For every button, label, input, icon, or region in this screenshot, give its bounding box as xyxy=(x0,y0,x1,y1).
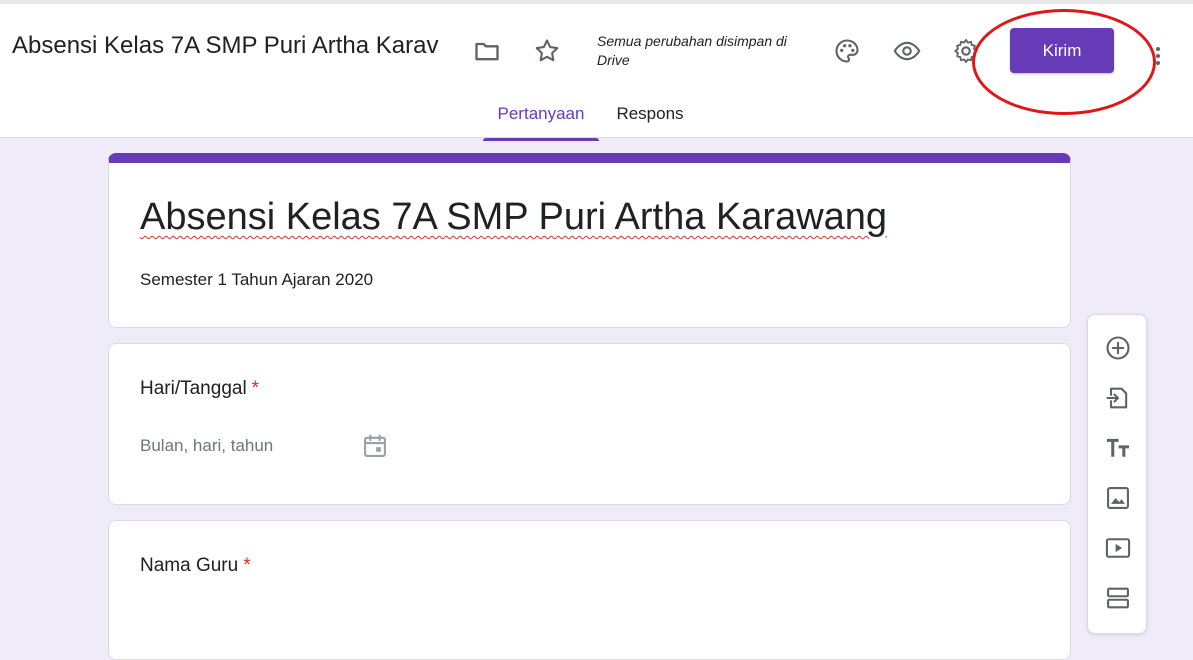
palette-icon[interactable] xyxy=(829,33,865,69)
calendar-icon xyxy=(361,432,389,460)
more-vertical-icon[interactable] xyxy=(1148,44,1168,68)
add-circle-icon[interactable] xyxy=(1102,332,1134,364)
required-mark: * xyxy=(251,378,260,399)
tab-questions[interactable]: Pertanyaan xyxy=(483,104,599,141)
form-title[interactable]: Absensi Kelas 7A SMP Puri Artha Karawang xyxy=(140,196,887,239)
star-icon[interactable] xyxy=(529,33,565,69)
eye-icon[interactable] xyxy=(889,33,925,69)
side-toolbar xyxy=(1087,314,1147,634)
question-title: Nama Guru * xyxy=(140,555,251,577)
question-title-text: Hari/Tanggal xyxy=(140,378,247,399)
video-icon[interactable] xyxy=(1102,532,1134,564)
title-text-icon[interactable] xyxy=(1102,432,1134,464)
date-placeholder: Bulan, hari, tahun xyxy=(140,436,274,455)
gear-icon[interactable] xyxy=(948,33,984,69)
question-card[interactable]: Nama Guru * xyxy=(108,520,1071,660)
question-title-text: Nama Guru xyxy=(140,555,239,576)
active-tab-indicator xyxy=(483,138,599,141)
document-title[interactable]: Absensi Kelas 7A SMP Puri Artha Karav xyxy=(12,32,458,60)
tab-label: Pertanyaan xyxy=(497,104,585,123)
question-title: Hari/Tanggal * xyxy=(140,378,259,400)
form-description[interactable]: Semester 1 Tahun Ajaran 2020 xyxy=(140,270,373,290)
tab-label: Respons xyxy=(616,104,684,123)
required-mark: * xyxy=(243,555,251,576)
send-button[interactable]: Kirim xyxy=(1010,28,1114,73)
question-card[interactable]: Hari/Tanggal * Bulan, hari, tahun xyxy=(108,343,1071,505)
top-bar: Absensi Kelas 7A SMP Puri Artha Karav Se… xyxy=(0,0,1193,141)
image-icon[interactable] xyxy=(1102,482,1134,514)
folder-icon[interactable] xyxy=(469,33,505,69)
tab-responses[interactable]: Respons xyxy=(605,104,695,140)
import-icon[interactable] xyxy=(1102,382,1134,414)
saved-status: Semua perubahan disimpan di Drive xyxy=(597,33,787,68)
section-icon[interactable] xyxy=(1102,582,1134,614)
form-title-card[interactable]: Absensi Kelas 7A SMP Puri Artha Karawang… xyxy=(108,153,1071,328)
